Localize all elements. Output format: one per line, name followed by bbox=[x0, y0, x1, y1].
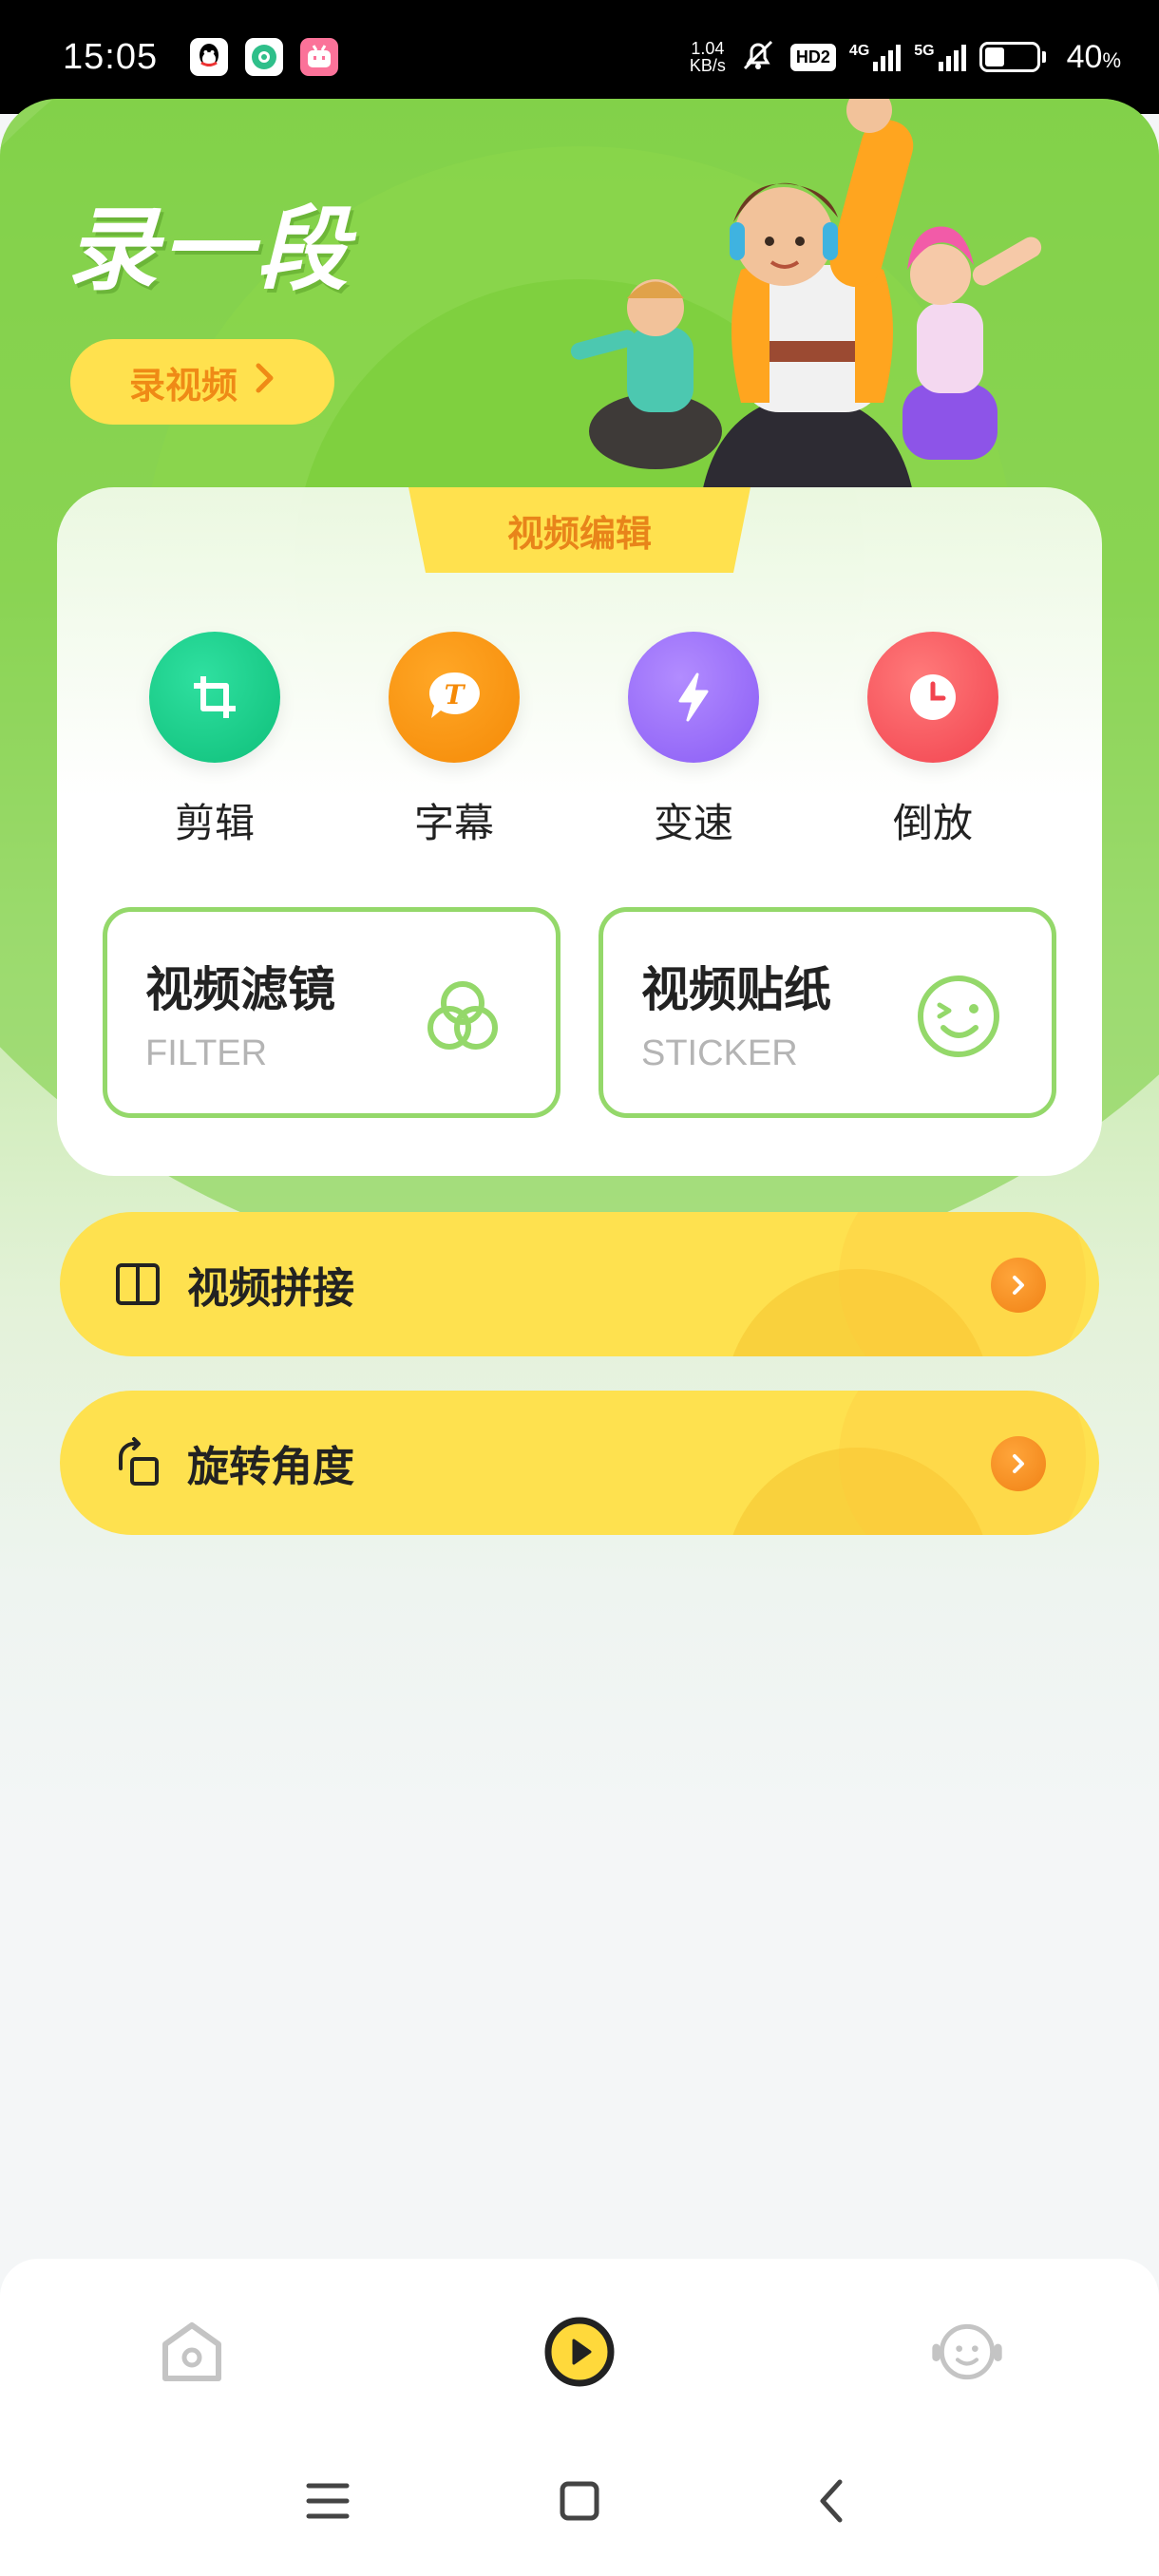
battery-percent: 40% bbox=[1066, 38, 1121, 75]
tool-reverse-label: 倒放 bbox=[892, 800, 973, 846]
video-sticker-card[interactable]: 视频贴纸 STICKER bbox=[598, 907, 1056, 1118]
chevron-right-icon bbox=[991, 1436, 1046, 1491]
svg-text:T: T bbox=[445, 679, 466, 710]
home-icon bbox=[162, 2322, 221, 2381]
qq-icon bbox=[190, 38, 229, 76]
clock-icon bbox=[867, 632, 998, 763]
system-navigation-bar bbox=[0, 2430, 1159, 2576]
status-app-icons bbox=[190, 38, 339, 76]
speed-unit: KB/s bbox=[689, 56, 726, 75]
hd-badge: HD2 bbox=[789, 43, 836, 71]
network-speed: 1.04 KB/s bbox=[690, 40, 726, 74]
nav-home[interactable] bbox=[154, 2314, 230, 2390]
battery-icon bbox=[978, 42, 1046, 72]
video-filter-card[interactable]: 视频滤镜 FILTER bbox=[103, 907, 560, 1118]
filter-icon bbox=[428, 981, 498, 1050]
menu-icon bbox=[306, 2483, 350, 2519]
square-icon bbox=[560, 2481, 599, 2521]
mute-bell-icon bbox=[739, 36, 777, 79]
record-video-button[interactable]: 录视频 bbox=[70, 339, 334, 425]
chevron-right-icon bbox=[991, 1258, 1046, 1313]
nav-video[interactable] bbox=[542, 2314, 618, 2390]
face-icon bbox=[932, 2323, 1002, 2380]
tool-speed-label: 变速 bbox=[653, 800, 733, 846]
status-bar: 15:05 1.04 KB/s HD2 4G 5G 40% bbox=[0, 0, 1159, 114]
back-icon bbox=[820, 2479, 843, 2523]
tool-reverse[interactable]: 倒放 bbox=[813, 632, 1053, 849]
video-splice-row[interactable]: 视频拼接 bbox=[60, 1212, 1099, 1356]
nav-profile[interactable] bbox=[929, 2314, 1005, 2390]
status-indicators: 1.04 KB/s HD2 4G 5G 40% bbox=[690, 36, 1121, 79]
crop-icon bbox=[149, 632, 280, 763]
recent-apps-button[interactable] bbox=[294, 2468, 361, 2534]
signal-4g: 4G bbox=[848, 43, 902, 71]
subtitle-icon: T bbox=[389, 632, 520, 763]
rotate-angle-row[interactable]: 旋转角度 bbox=[60, 1391, 1099, 1535]
tool-trim-label: 剪辑 bbox=[174, 800, 255, 846]
rotate-angle-label: 旋转角度 bbox=[187, 1443, 354, 1491]
record-video-label: 录视频 bbox=[128, 364, 238, 407]
edit-tools-row: 剪辑 T 字幕 变速 倒放 bbox=[57, 632, 1102, 849]
play-icon bbox=[544, 2317, 615, 2387]
tool-speed[interactable]: 变速 bbox=[574, 632, 813, 849]
splice-icon bbox=[116, 1263, 160, 1305]
system-home-button[interactable] bbox=[546, 2468, 613, 2534]
system-back-button[interactable] bbox=[798, 2468, 864, 2534]
signal-bars-icon bbox=[938, 43, 966, 71]
rotate-icon bbox=[119, 1437, 159, 1486]
signal-bars-icon bbox=[873, 43, 902, 71]
bottom-navigation bbox=[0, 2259, 1159, 2430]
video-edit-tab-label: 视频编辑 bbox=[408, 487, 750, 573]
net-label-4g: 4G bbox=[848, 43, 870, 59]
browser-icon bbox=[245, 38, 284, 76]
tool-subtitle-label: 字幕 bbox=[413, 800, 494, 846]
tool-trim[interactable]: 剪辑 bbox=[95, 632, 334, 849]
sticker-icon bbox=[918, 975, 999, 1057]
speed-value: 1.04 bbox=[691, 39, 725, 58]
net-label-5g: 5G bbox=[914, 43, 935, 59]
speed-icon bbox=[628, 632, 759, 763]
video-splice-label: 视频拼接 bbox=[187, 1264, 354, 1313]
hero-title: 录一段 bbox=[66, 197, 352, 303]
bilibili-icon bbox=[300, 38, 339, 76]
status-time: 15:05 bbox=[63, 36, 159, 77]
tool-subtitle[interactable]: T 字幕 bbox=[334, 632, 574, 849]
dancers-illustration bbox=[570, 99, 1042, 488]
chevron-right-icon bbox=[255, 360, 276, 404]
signal-5g: 5G bbox=[914, 43, 966, 71]
